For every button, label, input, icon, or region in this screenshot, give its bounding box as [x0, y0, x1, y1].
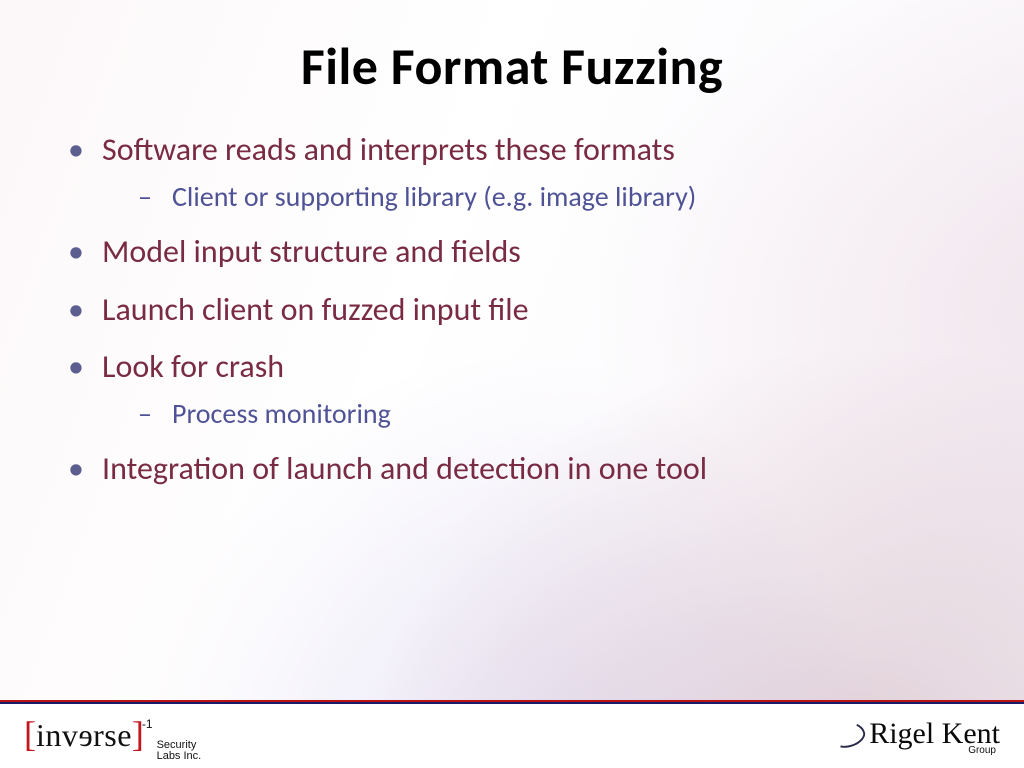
bullet-text: Launch client on fuzzed input file [102, 290, 529, 329]
sub-bullet-item: Process monitoring [130, 394, 964, 433]
logo-text-flip: e [78, 717, 93, 754]
rigel-kent-logo: Rigel Kent Group [855, 717, 1000, 756]
bullet-item: Model input structure and fields [60, 230, 964, 273]
inverse-logo: [inverse]-1 Security Labs Inc. [24, 713, 201, 760]
logo-exponent: -1 [142, 717, 153, 731]
bullet-item: Software reads and interprets these form… [60, 128, 964, 216]
logo-subtext: Security Labs Inc. [157, 740, 202, 762]
logo-text-a: inv [36, 717, 78, 754]
bullet-item: Launch client on fuzzed input file [60, 288, 964, 331]
bullet-item: Look for crash Process monitoring [60, 345, 964, 433]
sub-bullet-text: Process monitoring [172, 396, 391, 431]
slide-title: File Format Fuzzing [0, 34, 1024, 98]
bullet-list: Software reads and interprets these form… [60, 128, 964, 490]
sub-bullet-list: Client or supporting library (e.g. image… [102, 177, 964, 216]
bullet-text: Software reads and interprets these form… [102, 130, 675, 169]
bullet-item: Integration of launch and detection in o… [60, 447, 964, 490]
sub-bullet-item: Client or supporting library (e.g. image… [130, 177, 964, 216]
bracket-open-icon: [ [24, 713, 36, 755]
bullet-text: Model input structure and fields [102, 232, 521, 271]
bullet-text: Look for crash [102, 347, 284, 386]
sub-bullet-text: Client or supporting library (e.g. image… [172, 179, 696, 214]
sub-bullet-list: Process monitoring [102, 394, 964, 433]
swirl-icon [830, 718, 868, 751]
footer: [inverse]-1 Security Labs Inc. Rigel Ken… [0, 704, 1024, 768]
logo-text-b: rse [93, 717, 132, 754]
logo-sub-line1: Security [157, 740, 202, 751]
bullet-text: Integration of launch and detection in o… [102, 449, 707, 488]
slide: File Format Fuzzing Software reads and i… [0, 0, 1024, 768]
slide-content: Software reads and interprets these form… [0, 128, 1024, 490]
logo-sub-line2: Labs Inc. [157, 751, 202, 762]
